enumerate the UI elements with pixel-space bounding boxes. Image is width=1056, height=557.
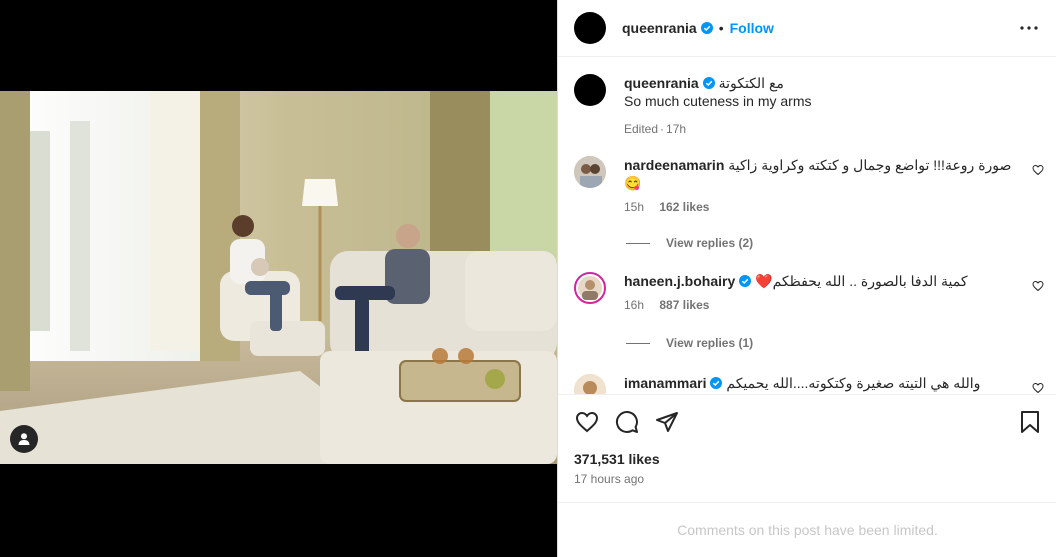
commenter-avatar[interactable] [574, 156, 606, 188]
author-avatar[interactable] [574, 12, 606, 44]
comment-meta: 15h 162 likes [624, 200, 1024, 214]
heart-icon [575, 411, 599, 433]
replies-line [626, 242, 650, 244]
follow-button[interactable]: Follow [730, 20, 774, 36]
living-room-photo [0, 91, 557, 464]
more-options-button[interactable] [1017, 18, 1041, 38]
comment-time: 16h [624, 298, 645, 312]
share-icon [656, 412, 678, 432]
comments-limited-notice: Comments on this post have been limited. [558, 502, 1056, 557]
comment-meta: 16h 887 likes [624, 298, 1024, 312]
verified-badge-icon [700, 22, 713, 34]
header-separator: • [718, 20, 724, 36]
avatar-photo [574, 374, 606, 394]
caption-meta: Edited · 17h [624, 122, 687, 136]
comment-text: والله هي التيته صغيرة وكتكوته....الله يح… [726, 375, 981, 391]
caption-text-arabic: مع الكتكوتة [718, 75, 784, 91]
action-icons [574, 409, 680, 435]
commenter-avatar[interactable] [574, 272, 606, 304]
comments-list[interactable]: queenrania مع الكتكوتة So much cuteness … [558, 58, 1056, 394]
comment-username[interactable]: imanammari [624, 375, 706, 391]
comment-like-icon[interactable] [1032, 164, 1044, 176]
post-modal: queenrania • Follow queenrania مع الكتكو… [0, 0, 1056, 557]
view-replies-label: View replies (2) [666, 236, 754, 250]
comment-text: كمية الدفا بالصورة .. الله يحفظكم❤️ [755, 273, 968, 289]
post-time[interactable]: 17 hours ago [574, 472, 644, 486]
commenter-avatar[interactable] [574, 374, 606, 394]
comment-icon [616, 411, 638, 433]
view-replies-button[interactable]: View replies (1) [626, 336, 753, 350]
avatar-photo [574, 156, 606, 188]
verified-badge-icon [702, 77, 715, 89]
post-header: queenrania • Follow [558, 0, 1056, 57]
comment-content: haneen.j.bohairy كمية الدفا بالصورة .. ا… [624, 272, 1024, 312]
replies-line [626, 342, 650, 344]
author-username[interactable]: queenrania [622, 20, 697, 36]
tagged-users-button[interactable] [10, 425, 38, 453]
comment-content: nardeenamarin صورة روعة!!! تواضع وجمال و… [624, 156, 1024, 214]
comment-time: 15h [624, 200, 645, 214]
save-button[interactable] [1017, 409, 1043, 435]
comment-likes[interactable]: 887 likes [659, 298, 709, 312]
caption-text-english: So much cuteness in my arms [624, 93, 812, 109]
caption-edited: Edited [624, 122, 659, 136]
view-replies-label: View replies (1) [666, 336, 754, 350]
comment-username[interactable]: haneen.j.bohairy [624, 273, 735, 289]
view-replies-button[interactable]: View replies (2) [626, 236, 753, 250]
post-side-panel: queenrania • Follow queenrania مع الكتكو… [557, 0, 1056, 557]
comment-like-icon[interactable] [1032, 382, 1044, 394]
post-likes-count[interactable]: 371,531 likes [574, 451, 660, 467]
comment-username[interactable]: nardeenamarin [624, 157, 724, 173]
verified-badge-icon [739, 275, 752, 287]
more-options-icon [1020, 26, 1038, 30]
comment-likes[interactable]: 162 likes [659, 200, 709, 214]
post-media [0, 0, 557, 557]
caption-time: 17h [666, 122, 687, 136]
share-button[interactable] [654, 409, 680, 435]
comment-like-icon[interactable] [1032, 280, 1044, 292]
caption-content: queenrania مع الكتكوتة So much cuteness … [624, 74, 1024, 136]
caption-avatar[interactable] [574, 74, 606, 106]
bookmark-icon [1021, 411, 1039, 433]
post-photo[interactable] [0, 91, 557, 464]
avatar-photo [578, 276, 602, 300]
comment-content: imanammari والله هي التيته صغيرة وكتكوته… [624, 374, 1024, 392]
caption-username[interactable]: queenrania [624, 75, 699, 91]
comment-button[interactable] [614, 409, 640, 435]
post-actions: 371,531 likes 17 hours ago [558, 394, 1056, 502]
user-tag-icon [18, 433, 30, 445]
like-button[interactable] [574, 409, 600, 435]
verified-badge-icon [710, 377, 723, 389]
